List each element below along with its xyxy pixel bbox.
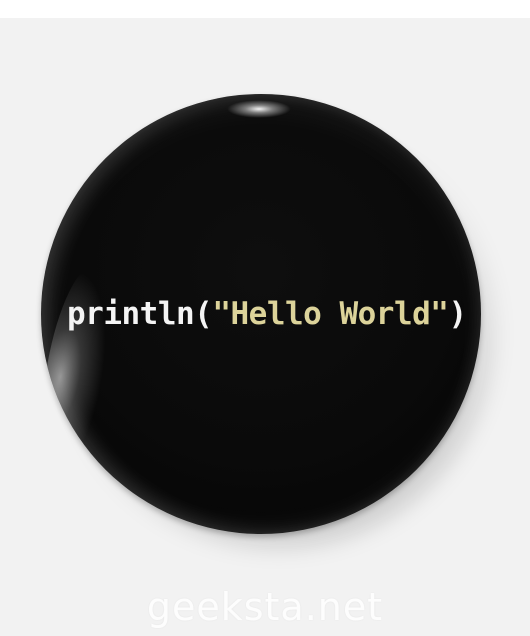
code-open-paren: ( (194, 296, 213, 332)
code-string-literal: "Hello World" (212, 296, 449, 332)
code-text: println("Hello World") (67, 296, 467, 332)
pin-button: println("Hello World") (41, 94, 481, 534)
code-close-paren: ) (448, 296, 467, 332)
code-function-name: println (67, 296, 195, 332)
watermark-text: geeksta.net (146, 585, 384, 629)
pin-top-highlight (227, 100, 291, 118)
